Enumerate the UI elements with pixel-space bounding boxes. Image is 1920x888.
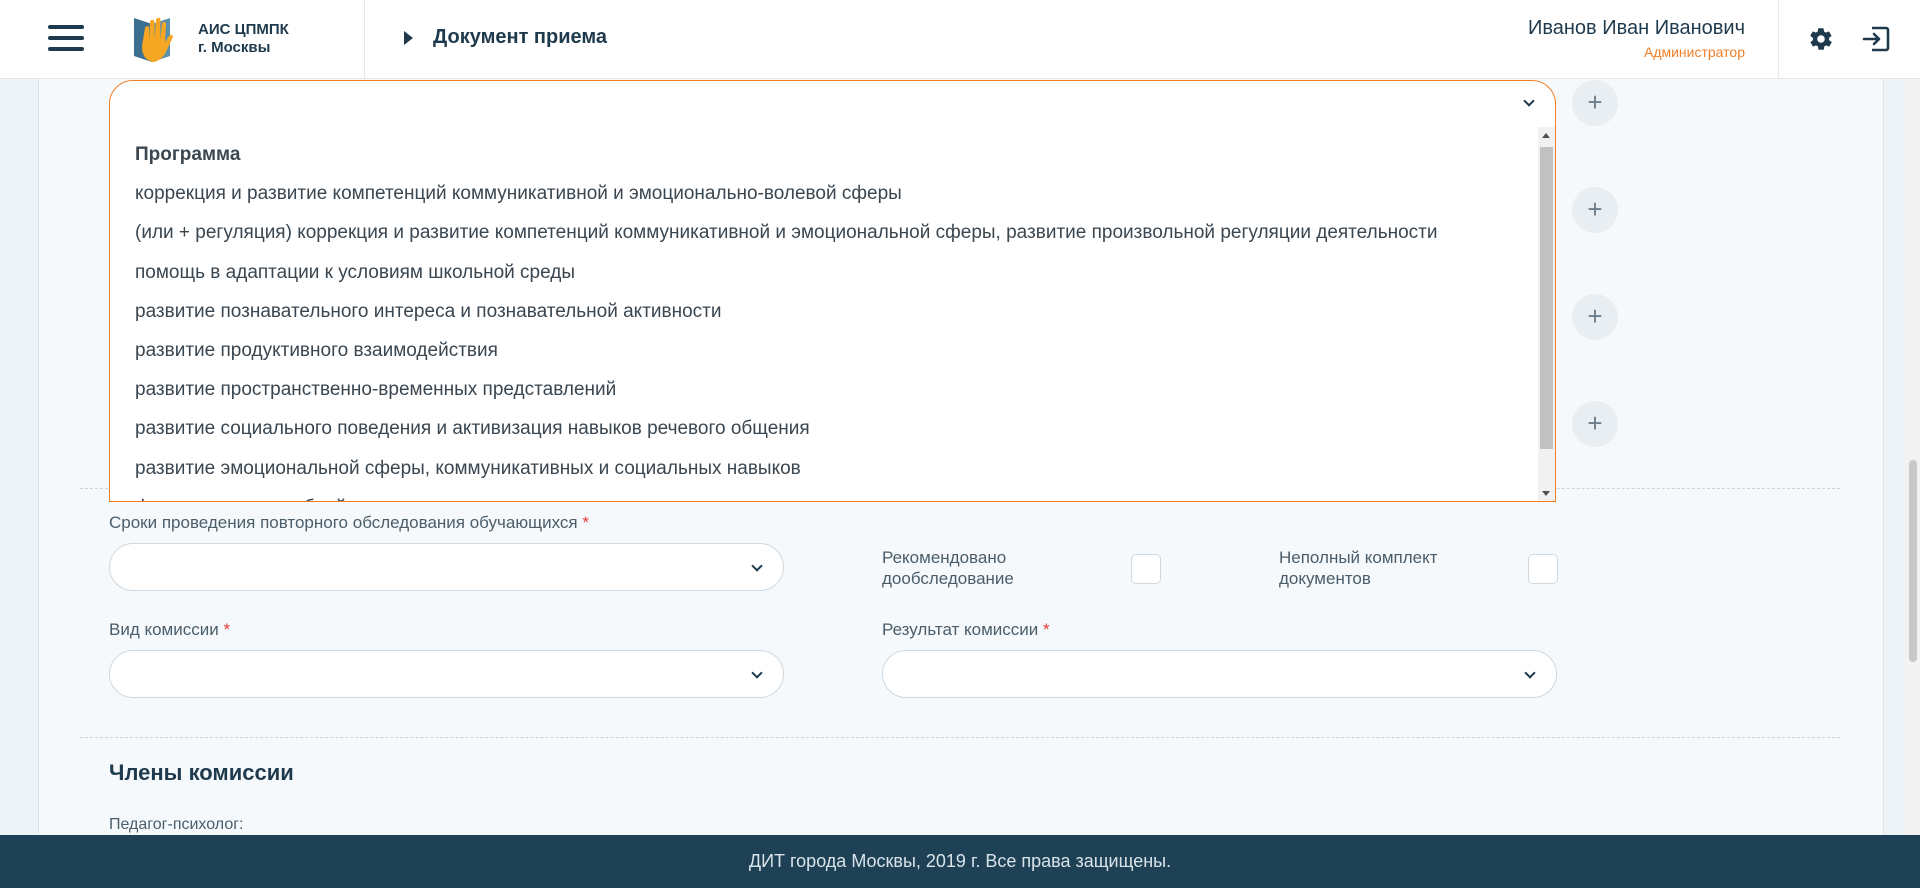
- dropdown-scrollbar[interactable]: [1538, 127, 1555, 501]
- add-row-button[interactable]: +: [1572, 401, 1618, 447]
- commission-members-title: Члены комиссии: [109, 760, 294, 785]
- caret-right-icon: [404, 30, 413, 45]
- commission-type-select[interactable]: [109, 650, 784, 698]
- dropdown-option[interactable]: развитие эмоциональной сферы, коммуникат…: [135, 454, 1535, 493]
- menu-icon[interactable]: [48, 23, 84, 53]
- educational-psychologist-label: Педагог-психолог:: [109, 816, 244, 833]
- chevron-down-icon: [1523, 95, 1535, 107]
- dropdown-option[interactable]: развитие пространственно-временных предс…: [135, 375, 1535, 414]
- commission-result-label-text: Результат комиссии: [882, 620, 1039, 639]
- logo-hand-icon: [134, 17, 173, 62]
- dropdown-option[interactable]: развитие социального поведения и активиз…: [135, 414, 1535, 453]
- logo-text: АИС ЦПМПК г. Москвы: [198, 21, 289, 57]
- breadcrumb: Документ приема: [404, 26, 607, 49]
- commission-result-select[interactable]: [882, 650, 1557, 698]
- page-scrollbar[interactable]: [1906, 79, 1920, 835]
- chevron-down-icon: [751, 667, 763, 679]
- incomplete-docs-checkbox[interactable]: [1528, 554, 1558, 584]
- user-info[interactable]: Иванов Иван Иванович Администратор: [1528, 17, 1745, 60]
- recommended-checkbox[interactable]: [1131, 554, 1161, 584]
- add-row-button[interactable]: +: [1572, 294, 1618, 340]
- recommended-label-line1: Рекомендовано: [882, 548, 1007, 567]
- add-row-button[interactable]: +: [1572, 80, 1618, 126]
- scroll-down-icon[interactable]: [1542, 491, 1550, 496]
- required-mark: *: [582, 513, 589, 532]
- app-header: АИС ЦПМПК г. Москвы Документ приема Иван…: [0, 0, 1920, 79]
- repeat-exam-label: Сроки проведения повторного обследования…: [109, 513, 589, 533]
- dropdown-option[interactable]: коррекция и развитие компетенций коммуни…: [135, 179, 1535, 218]
- dropdown-option[interactable]: развитие продуктивного взаимодействия: [135, 336, 1535, 375]
- dropdown-scrollbar-thumb[interactable]: [1540, 147, 1553, 449]
- commission-result-label: Результат комиссии *: [882, 620, 1050, 640]
- header-divider: [364, 0, 365, 79]
- dropdown-option[interactable]: (или + регуляция) коррекция и развитие к…: [135, 218, 1535, 257]
- chevron-down-icon: [1524, 667, 1536, 679]
- header-divider: [1778, 0, 1779, 79]
- scroll-up-icon[interactable]: [1542, 133, 1550, 138]
- recommended-label-line2: дообследование: [882, 569, 1014, 588]
- dropdown-option[interactable]: помощь в адаптации к условиям школьной с…: [135, 258, 1535, 297]
- required-mark: *: [1043, 620, 1050, 639]
- user-name: Иванов Иван Иванович: [1527, 17, 1745, 39]
- required-mark: *: [223, 620, 231, 639]
- repeat-exam-select[interactable]: [109, 543, 784, 591]
- recommended-label: Рекомендовано дообследование: [882, 547, 1014, 589]
- incomplete-docs-label: Неполный комплект документов: [1279, 547, 1438, 589]
- user-role: Администратор: [1643, 44, 1745, 60]
- incomplete-label-line2: документов: [1279, 569, 1371, 588]
- program-select[interactable]: [109, 80, 1556, 128]
- logo-line1: АИС ЦПМПК: [198, 21, 289, 38]
- gear-icon[interactable]: [1808, 26, 1834, 52]
- logo-line2: г. Москвы: [198, 39, 271, 56]
- page-title: Документ приема: [433, 26, 608, 48]
- program-options: Программа коррекция и развитие компетенц…: [135, 140, 1535, 501]
- incomplete-label-line1: Неполный комплект: [1279, 548, 1438, 567]
- add-row-button[interactable]: +: [1572, 187, 1618, 233]
- logout-icon[interactable]: [1862, 26, 1890, 52]
- dropdown-option[interactable]: развитие познавательного интереса и позн…: [135, 297, 1535, 336]
- page-scrollbar-thumb[interactable]: [1909, 460, 1917, 662]
- dropdown-option[interactable]: формирование учебной...: [135, 493, 1535, 501]
- section-divider: [80, 737, 1840, 738]
- commission-type-label-text: Вид комиссии: [109, 620, 219, 639]
- commission-type-label: Вид комиссии *: [109, 620, 230, 640]
- footer: ДИТ города Москвы, 2019 г. Все права защ…: [0, 835, 1920, 888]
- footer-copyright: ДИТ города Москвы, 2019 г. Все права защ…: [748, 851, 1172, 871]
- app-logo[interactable]: АИС ЦПМПК г. Москвы: [132, 12, 362, 68]
- chevron-down-icon: [751, 560, 763, 572]
- program-dropdown-list[interactable]: Программа коррекция и развитие компетенц…: [109, 127, 1556, 502]
- dropdown-group-header: Программа: [135, 144, 241, 165]
- repeat-exam-label-text: Сроки проведения повторного обследования…: [109, 513, 578, 532]
